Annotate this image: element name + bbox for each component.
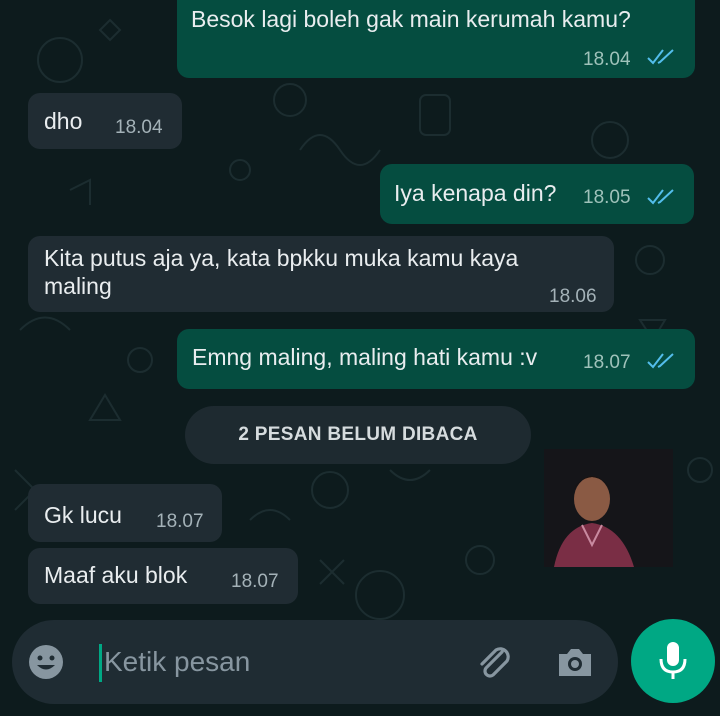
message-time: 18.06 xyxy=(549,286,597,307)
message-composer[interactable]: Ketik pesan xyxy=(12,620,618,704)
person-photo-icon xyxy=(544,449,673,567)
emoji-icon[interactable] xyxy=(26,642,66,682)
profile-photo xyxy=(544,449,673,567)
message-time: 18.04 xyxy=(583,49,631,70)
message-bubble-incoming[interactable]: dho 18.04 xyxy=(28,93,182,149)
message-time: 18.04 xyxy=(115,117,163,138)
camera-icon[interactable] xyxy=(554,642,596,682)
message-text: Besok lagi boleh gak main kerumah kamu? xyxy=(191,6,631,32)
message-time: 18.07 xyxy=(583,352,631,373)
message-time: 18.05 xyxy=(583,187,631,208)
message-bubble-incoming[interactable]: Kita putus aja ya, kata bpkku muka kamu … xyxy=(28,236,614,312)
mic-icon xyxy=(659,642,687,679)
message-bubble-incoming[interactable]: Maaf aku blok 18.07 xyxy=(28,548,298,604)
message-text: Gk lucu xyxy=(44,502,122,528)
message-text: Kita putus aja ya, kata bpkku muka kamu … xyxy=(44,245,519,299)
read-receipt-icon xyxy=(647,353,674,369)
voice-message-button[interactable] xyxy=(631,619,715,703)
message-text: Iya kenapa din? xyxy=(394,180,557,206)
unread-messages-divider: 2 PESAN BELUM DIBACA xyxy=(185,406,531,464)
message-bubble-incoming[interactable]: Gk lucu 18.07 xyxy=(28,484,222,542)
message-text: Maaf aku blok xyxy=(44,562,188,588)
message-bubble-outgoing[interactable]: Iya kenapa din? 18.05 xyxy=(380,164,694,224)
message-bubble-outgoing[interactable]: Emng maling, maling hati kamu :v 18.07 xyxy=(177,329,695,389)
read-receipt-icon xyxy=(647,49,674,65)
message-text: dho xyxy=(44,108,83,134)
message-input[interactable]: Ketik pesan xyxy=(104,646,250,678)
text-cursor xyxy=(99,644,102,682)
attach-icon[interactable] xyxy=(472,640,516,684)
message-bubble-outgoing[interactable]: Besok lagi boleh gak main kerumah kamu? … xyxy=(177,0,695,78)
read-receipt-icon xyxy=(647,189,674,205)
message-time: 18.07 xyxy=(231,571,279,592)
message-time: 18.07 xyxy=(156,511,204,532)
message-text: Emng maling, maling hati kamu :v xyxy=(192,344,538,370)
